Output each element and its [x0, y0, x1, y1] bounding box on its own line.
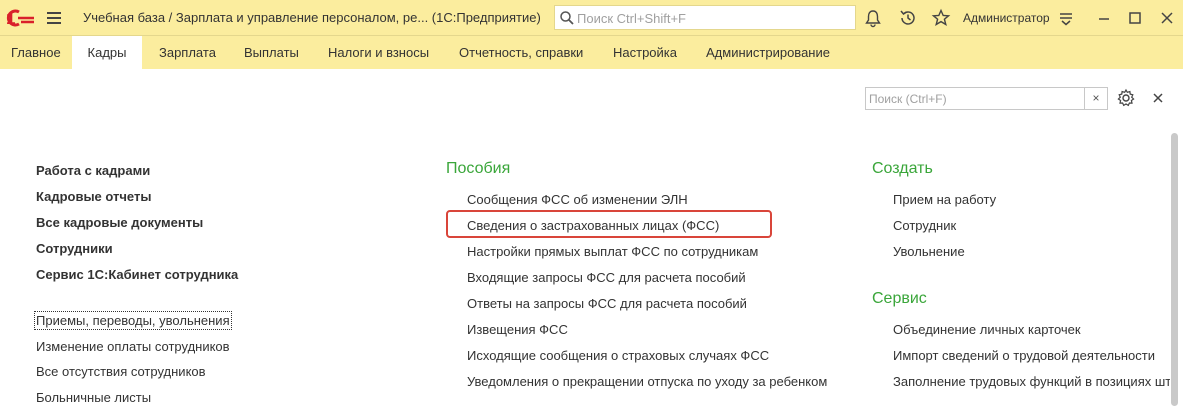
section-menu: Главное Кадры Зарплата Выплаты Налоги и …: [0, 36, 1183, 69]
link-import-svedenii[interactable]: Импорт сведений о трудовой деятельности: [893, 348, 1155, 363]
close-window-icon[interactable]: [1157, 8, 1177, 28]
panel-search[interactable]: [865, 87, 1085, 110]
panel-search-input[interactable]: [869, 90, 1081, 107]
link-nastroiki-pryamyh-vyplat[interactable]: Настройки прямых выплат ФСС по сотрудник…: [467, 244, 758, 259]
main-menu-icon[interactable]: [44, 9, 66, 27]
maximize-icon[interactable]: [1125, 8, 1145, 28]
link-servis-kabinet[interactable]: Сервис 1С:Кабинет сотрудника: [36, 267, 238, 282]
tab-otchetnost[interactable]: Отчетность, справки: [459, 36, 583, 69]
link-zapolnenie-trudovyh-funkcii[interactable]: Заполнение трудовых функций в позициях ш…: [893, 374, 1170, 389]
tab-kadry[interactable]: Кадры: [72, 36, 142, 69]
title-bar: 1 Учебная база / Зарплата и управление п…: [0, 0, 1183, 36]
section-title-sozdat: Создать: [872, 160, 933, 177]
section-title-posobiya: Пособия: [446, 160, 511, 177]
minimize-icon[interactable]: [1094, 8, 1114, 28]
link-otvety-na-zaprosy[interactable]: Ответы на запросы ФСС для расчета пособи…: [467, 296, 747, 311]
link-sotrudniki[interactable]: Сотрудники: [36, 241, 113, 256]
user-name[interactable]: Администратор: [963, 11, 1050, 25]
link-bolnichnye-listy[interactable]: Больничные листы: [36, 390, 151, 405]
link-rabota-s-kadrami[interactable]: Работа с кадрами: [36, 163, 150, 178]
tab-nastroika[interactable]: Настройка: [613, 36, 677, 69]
link-izveshcheniya-fss[interactable]: Извещения ФСС: [467, 322, 568, 337]
link-uvedomleniya-o-prekrashchenii[interactable]: Уведомления о прекращении отпуска по ухо…: [467, 374, 827, 389]
window-title: Учебная база / Зарплата и управление пер…: [83, 10, 541, 25]
search-icon: [560, 11, 574, 25]
tab-glavnoe[interactable]: Главное: [0, 36, 72, 69]
link-soobshcheniya-fss[interactable]: Сообщения ФСС об изменении ЭЛН: [467, 192, 688, 207]
gear-icon[interactable]: [1116, 88, 1136, 108]
link-sotrudnik[interactable]: Сотрудник: [893, 218, 956, 233]
close-panel-icon[interactable]: [1148, 88, 1168, 108]
vertical-scrollbar[interactable]: [1171, 133, 1178, 406]
link-uvolnenie[interactable]: Увольнение: [893, 244, 965, 259]
link-priemy-perevody[interactable]: Приемы, переводы, увольнения: [34, 311, 232, 330]
star-icon[interactable]: [931, 8, 951, 28]
1c-logo-icon: 1: [6, 8, 36, 28]
link-vhodyashchie-zaprosy[interactable]: Входящие запросы ФСС для расчета пособий: [467, 270, 746, 285]
link-obedinenie-kartochek[interactable]: Объединение личных карточек: [893, 322, 1081, 337]
section-panel: × Работа с кадрами Кадровые отчеты Все к…: [0, 69, 1183, 406]
link-ishodyashchie-soobshcheniya[interactable]: Исходящие сообщения о страховых случаях …: [467, 348, 769, 363]
global-search[interactable]: [554, 5, 856, 30]
history-icon[interactable]: [898, 8, 918, 28]
settings-menu-icon[interactable]: [1056, 8, 1076, 28]
link-izmenenie-oplaty[interactable]: Изменение оплаты сотрудников: [36, 339, 230, 354]
tab-zarplata[interactable]: Зарплата: [159, 36, 216, 69]
tab-vyplaty[interactable]: Выплаты: [244, 36, 299, 69]
tab-nalogi[interactable]: Налоги и взносы: [328, 36, 429, 69]
link-kadrovye-otchety[interactable]: Кадровые отчеты: [36, 189, 151, 204]
tab-administrirovanie[interactable]: Администрирование: [706, 36, 830, 69]
link-vse-otsutstviya[interactable]: Все отсутствия сотрудников: [36, 364, 206, 379]
link-priem-na-rabotu[interactable]: Прием на работу: [893, 192, 996, 207]
link-vse-kadrovye-dokumenty[interactable]: Все кадровые документы: [36, 215, 203, 230]
link-svedeniya-zastrahovannyh[interactable]: Сведения о застрахованных лицах (ФСС): [467, 218, 719, 233]
panel-search-clear-button[interactable]: ×: [1085, 87, 1108, 110]
global-search-input[interactable]: [577, 9, 847, 27]
section-title-servis: Сервис: [872, 290, 927, 307]
bell-icon[interactable]: [863, 8, 883, 28]
